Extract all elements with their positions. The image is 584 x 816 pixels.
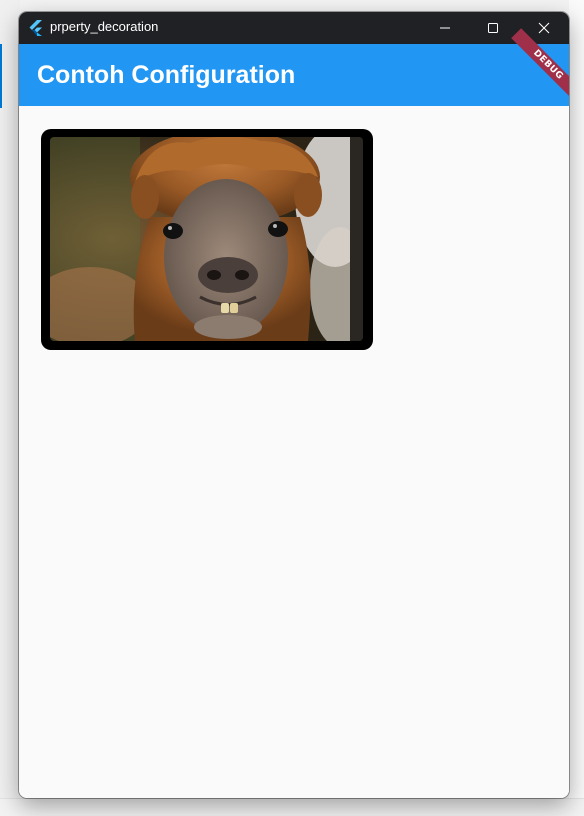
window-titlebar[interactable]: prperty_decoration	[19, 12, 569, 44]
page-body	[19, 106, 569, 798]
close-icon	[538, 19, 550, 38]
decorated-image-container	[41, 129, 373, 350]
alpaca-image	[50, 137, 363, 341]
background-status-bar	[0, 798, 584, 816]
minimize-button[interactable]	[422, 12, 468, 44]
window-title: prperty_decoration	[50, 19, 159, 34]
background-activity-bar	[0, 0, 20, 816]
app-window: prperty_decoration Contoh Configuration …	[19, 12, 569, 798]
minimize-icon	[439, 19, 451, 38]
maximize-icon	[487, 19, 499, 38]
app-bar: Contoh Configuration DEBUG	[19, 28, 569, 106]
background-code-edge	[569, 0, 584, 816]
background-activity-indicator	[0, 44, 2, 108]
maximize-button[interactable]	[470, 12, 516, 44]
page-title: Contoh Configuration	[37, 61, 296, 89]
flutter-logo-icon	[28, 20, 44, 36]
